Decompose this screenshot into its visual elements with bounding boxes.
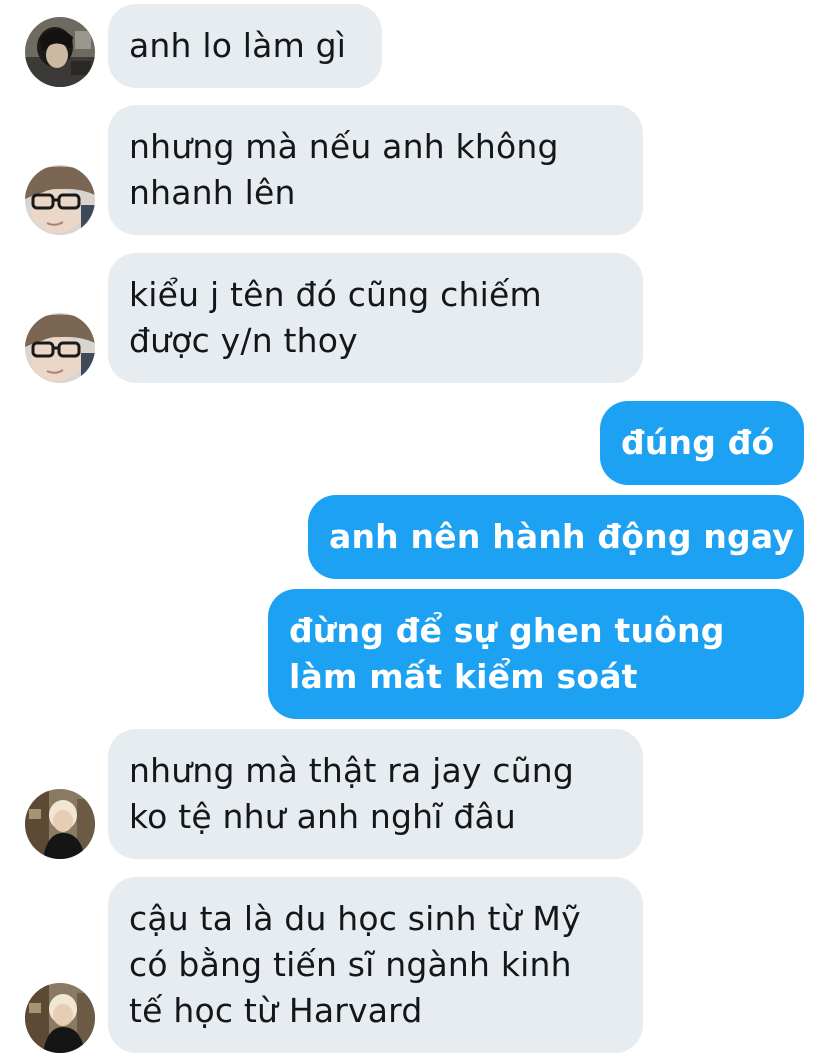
message-bubble-incoming[interactable]: kiểu j tên đó cũng chiếm được y/n thoy: [108, 253, 643, 383]
message-text: ko tệ như anh nghĩ đâu: [129, 797, 517, 836]
message-bubble-incoming[interactable]: nhưng mà thật ra jay cũng ko tệ như anh …: [108, 729, 643, 859]
message-bubble-outgoing[interactable]: anh nên hành động ngay: [308, 495, 804, 579]
message-text: đừng để sự ghen tuông: [289, 611, 725, 650]
message-text: làm mất kiểm soát: [289, 657, 638, 696]
message-text: kiểu j tên đó cũng chiếm: [129, 275, 542, 314]
avatar-glasses-icon: [25, 165, 95, 235]
avatar[interactable]: [25, 17, 95, 87]
message-text: đúng đó: [621, 423, 775, 462]
message-bubble-outgoing[interactable]: đừng để sự ghen tuông làm mất kiểm soát: [268, 589, 804, 719]
message-bubble-outgoing[interactable]: đúng đó: [600, 401, 804, 485]
message-text: anh lo làm gì: [129, 26, 347, 65]
message-bubble-incoming[interactable]: nhưng mà nếu anh không nhanh lên: [108, 105, 643, 235]
message-text: nhanh lên: [129, 173, 296, 212]
message-text: anh nên hành động ngay: [329, 517, 795, 556]
avatar-blonde-icon: [25, 789, 95, 859]
avatar-glasses-icon: [25, 313, 95, 383]
message-text: tế học từ Harvard: [129, 991, 423, 1030]
message-text: nhưng mà nếu anh không: [129, 127, 559, 166]
avatar-dark-hair-icon: [25, 17, 95, 87]
message-text: được y/n thoy: [129, 321, 358, 360]
message-bubble-incoming[interactable]: cậu ta là du học sinh từ Mỹ có bằng tiến…: [108, 877, 643, 1053]
message-text: nhưng mà thật ra jay cũng: [129, 751, 575, 790]
message-text: có bằng tiến sĩ ngành kinh: [129, 945, 572, 984]
avatar[interactable]: [25, 313, 95, 383]
avatar[interactable]: [25, 983, 95, 1053]
avatar[interactable]: [25, 165, 95, 235]
message-bubble-incoming[interactable]: anh lo làm gì: [108, 4, 382, 88]
avatar[interactable]: [25, 789, 95, 859]
avatar-blonde-icon: [25, 983, 95, 1053]
message-text: cậu ta là du học sinh từ Mỹ: [129, 899, 581, 938]
